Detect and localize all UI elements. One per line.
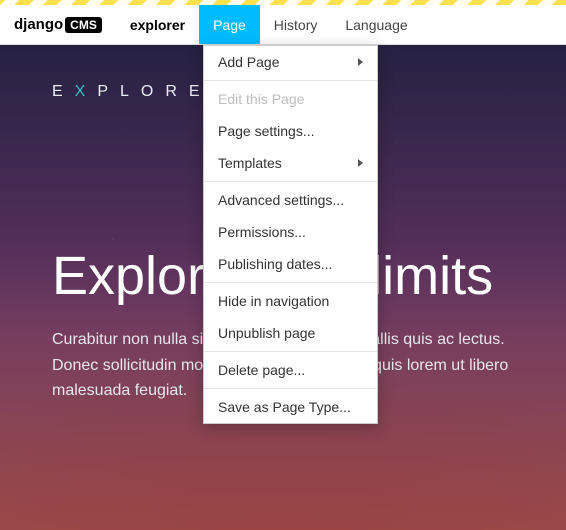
menu-label: Templates — [218, 155, 282, 171]
menu-permissions[interactable]: Permissions... — [204, 216, 377, 248]
menu-unpublish-page[interactable]: Unpublish page — [204, 317, 377, 349]
brand[interactable]: django CMS — [0, 5, 116, 44]
menu-add-page[interactable]: Add Page — [204, 46, 377, 78]
menu-label: Unpublish page — [218, 325, 315, 341]
menu-templates[interactable]: Templates — [204, 147, 377, 179]
chevron-right-icon — [358, 58, 363, 66]
chevron-right-icon — [358, 159, 363, 167]
menu-label: Hide in navigation — [218, 293, 329, 309]
page-dropdown-menu: Add Page Edit this Page Page settings...… — [203, 45, 378, 424]
menu-label: Edit this Page — [218, 91, 304, 107]
menu-separator — [204, 282, 377, 283]
menu-hide-in-navigation[interactable]: Hide in navigation — [204, 285, 377, 317]
menu-delete-page[interactable]: Delete page... — [204, 354, 377, 386]
menu-label: Publishing dates... — [218, 256, 332, 272]
menu-label: Permissions... — [218, 224, 306, 240]
menu-label: Save as Page Type... — [218, 399, 351, 415]
logo-x: X — [75, 83, 98, 100]
cms-toolbar: django CMS explorer Page History Languag… — [0, 5, 566, 45]
menu-separator — [204, 80, 377, 81]
menu-page-settings[interactable]: Page settings... — [204, 115, 377, 147]
menu-publishing-dates[interactable]: Publishing dates... — [204, 248, 377, 280]
menu-label: Delete page... — [218, 362, 305, 378]
toolbar-site-menu[interactable]: explorer — [116, 5, 199, 44]
brand-tag: CMS — [65, 17, 102, 33]
menu-edit-this-page: Edit this Page — [204, 83, 377, 115]
toolbar-page-menu[interactable]: Page — [199, 5, 260, 44]
menu-label: Page settings... — [218, 123, 315, 139]
menu-save-as-page-type[interactable]: Save as Page Type... — [204, 391, 377, 423]
menu-separator — [204, 351, 377, 352]
menu-advanced-settings[interactable]: Advanced settings... — [204, 184, 377, 216]
brand-base: django — [14, 16, 63, 33]
menu-separator — [204, 388, 377, 389]
toolbar-history-menu[interactable]: History — [260, 5, 332, 44]
menu-label: Add Page — [218, 54, 280, 70]
toolbar-language-menu[interactable]: Language — [331, 5, 421, 44]
menu-separator — [204, 181, 377, 182]
menu-label: Advanced settings... — [218, 192, 344, 208]
logo-part: E — [52, 83, 75, 100]
